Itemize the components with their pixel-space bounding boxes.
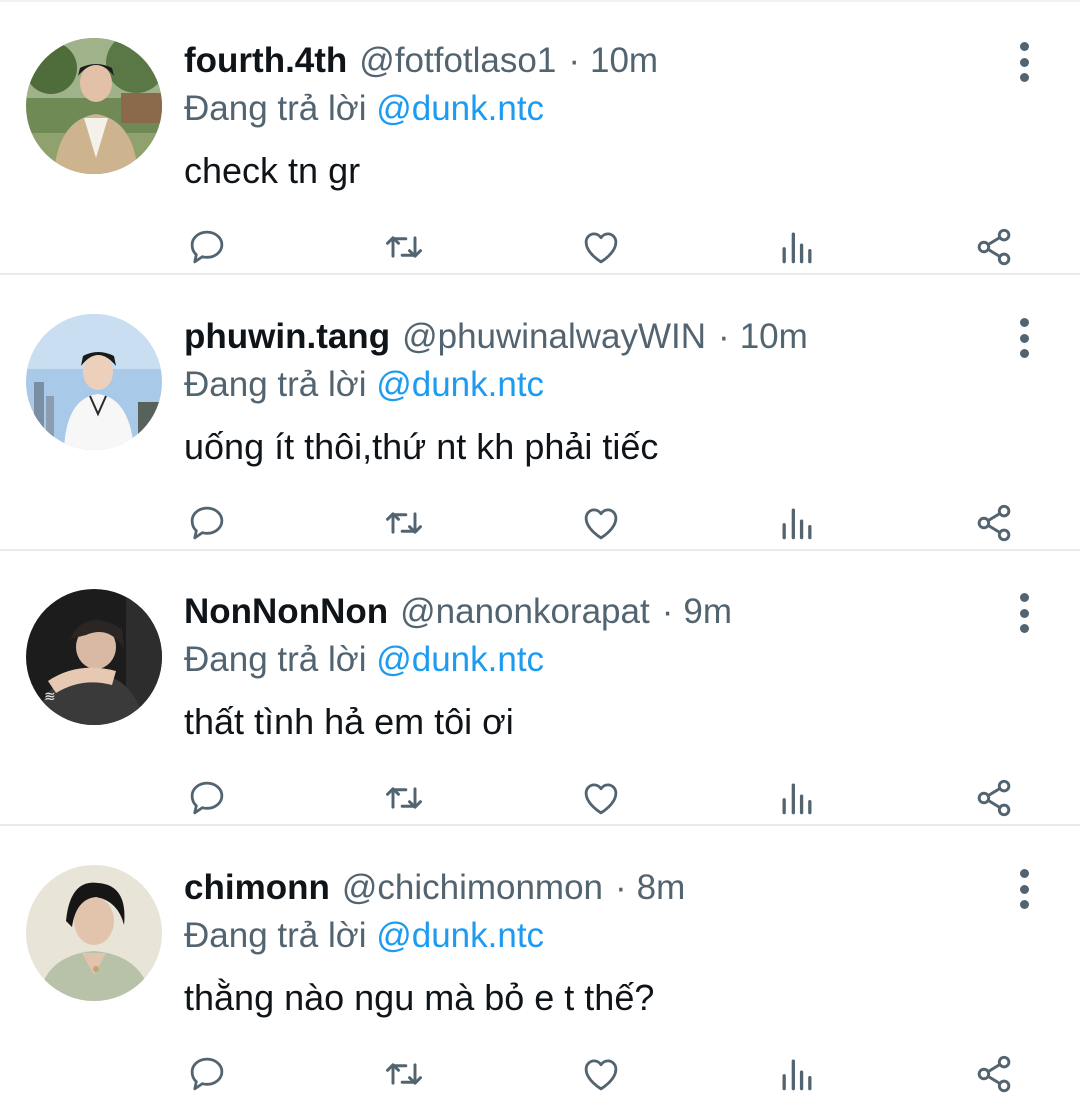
replying-to-label: Đang trả lời bbox=[184, 916, 367, 955]
tweet-header: fourth.4th @fotfotlaso1 · 10m bbox=[184, 38, 658, 84]
svg-text:≋: ≋ bbox=[44, 689, 56, 705]
action-bar bbox=[0, 775, 1080, 821]
retweet-icon bbox=[386, 236, 422, 258]
separator-dot: · bbox=[615, 868, 627, 907]
reply-button[interactable] bbox=[184, 1051, 230, 1097]
reply-feed: fourth.4th @fotfotlaso1 · 10m Đang trả l… bbox=[0, 0, 1080, 1113]
timestamp[interactable]: 10m bbox=[590, 38, 658, 84]
share-button[interactable] bbox=[971, 500, 1017, 546]
replying-to-label: Đang trả lời bbox=[184, 365, 367, 404]
tweet-text: check tn gr bbox=[184, 150, 361, 191]
share-button[interactable] bbox=[971, 1051, 1017, 1097]
display-name[interactable]: NonNonNon bbox=[184, 589, 388, 635]
timestamp[interactable]: 8m bbox=[637, 865, 686, 911]
tweet-text: thằng nào ngu mà bỏ e t thế? bbox=[184, 977, 655, 1018]
like-icon bbox=[584, 1059, 618, 1091]
display-name[interactable]: fourth.4th bbox=[184, 38, 347, 84]
reply-icon bbox=[190, 506, 224, 540]
replying-to-label: Đang trả lời bbox=[184, 640, 367, 679]
replying-to-line: Đang trả lời @dunk.ntc bbox=[184, 86, 544, 132]
analytics-icon bbox=[782, 508, 812, 540]
separator-dot: · bbox=[718, 317, 730, 356]
retweet-button[interactable] bbox=[381, 500, 427, 546]
retweet-icon bbox=[386, 512, 422, 534]
share-button[interactable] bbox=[971, 775, 1017, 821]
display-name[interactable]: chimonn bbox=[184, 865, 330, 911]
more-icon bbox=[1019, 869, 1029, 878]
user-handle[interactable]: @phuwinalwayWIN bbox=[402, 314, 706, 360]
more-options-button[interactable] bbox=[1006, 591, 1042, 635]
reply-button[interactable] bbox=[184, 224, 230, 270]
tweet-item[interactable]: fourth.4th @fotfotlaso1 · 10m Đang trả l… bbox=[0, 0, 1080, 275]
more-icon bbox=[1019, 318, 1029, 327]
tweet-text: uống ít thôi,thứ nt kh phải tiếc bbox=[184, 426, 659, 467]
action-bar bbox=[0, 1051, 1080, 1097]
mention-link[interactable]: @dunk.ntc bbox=[376, 89, 544, 128]
like-icon bbox=[584, 783, 618, 815]
tweet-item[interactable]: ≋ NonNonNon @nanonkorapat · 9m Đang trả … bbox=[0, 551, 1080, 826]
tweet-item[interactable]: phuwin.tang @phuwinalwayWIN · 10m Đang t… bbox=[0, 276, 1080, 551]
like-icon bbox=[584, 508, 618, 540]
more-options-button[interactable] bbox=[1006, 316, 1042, 360]
mention-link[interactable]: @dunk.ntc bbox=[376, 640, 544, 679]
replying-to-line: Đang trả lời @dunk.ntc bbox=[184, 913, 544, 959]
display-name[interactable]: phuwin.tang bbox=[184, 314, 390, 360]
mention-link[interactable]: @dunk.ntc bbox=[376, 365, 544, 404]
separator-dot: · bbox=[568, 41, 580, 80]
reply-button[interactable] bbox=[184, 500, 230, 546]
reply-icon bbox=[190, 1057, 224, 1091]
analytics-icon bbox=[782, 1059, 812, 1091]
more-icon bbox=[1019, 593, 1029, 602]
share-icon bbox=[977, 1055, 1011, 1093]
analytics-button[interactable] bbox=[774, 1051, 820, 1097]
tweet-text: thất tình hả em tôi ơi bbox=[184, 701, 514, 742]
tweet-header: NonNonNon @nanonkorapat · 9m bbox=[184, 589, 732, 635]
like-icon bbox=[584, 232, 618, 264]
action-bar bbox=[0, 500, 1080, 546]
replying-to-line: Đang trả lời @dunk.ntc bbox=[184, 362, 544, 408]
replying-to-label: Đang trả lời bbox=[184, 89, 367, 128]
reply-button[interactable] bbox=[184, 775, 230, 821]
reply-icon bbox=[190, 781, 224, 815]
retweet-icon bbox=[386, 1063, 422, 1085]
tweet-header: chimonn @chichimonmon · 8m bbox=[184, 865, 685, 911]
timestamp[interactable]: 9m bbox=[683, 589, 732, 635]
user-handle[interactable]: @chichimonmon bbox=[342, 865, 603, 911]
avatar[interactable]: ≋ bbox=[26, 589, 162, 725]
analytics-button[interactable] bbox=[774, 775, 820, 821]
share-icon bbox=[977, 504, 1011, 542]
more-icon bbox=[1019, 42, 1029, 51]
user-handle[interactable]: @nanonkorapat bbox=[400, 589, 650, 635]
share-icon bbox=[977, 779, 1011, 817]
action-bar bbox=[0, 224, 1080, 270]
avatar[interactable] bbox=[26, 865, 162, 1001]
avatar[interactable] bbox=[26, 38, 162, 174]
like-button[interactable] bbox=[578, 1051, 624, 1097]
tweet-item[interactable]: chimonn @chichimonmon · 8m Đang trả lời … bbox=[0, 827, 1080, 1102]
separator-dot: · bbox=[661, 592, 674, 631]
more-options-button[interactable] bbox=[1006, 867, 1042, 911]
retweet-icon bbox=[386, 787, 422, 809]
analytics-button[interactable] bbox=[774, 224, 820, 270]
analytics-icon bbox=[782, 232, 812, 264]
share-button[interactable] bbox=[971, 224, 1017, 270]
share-icon bbox=[977, 228, 1011, 266]
replying-to-line: Đang trả lời @dunk.ntc bbox=[184, 637, 544, 683]
timestamp[interactable]: 10m bbox=[740, 314, 808, 360]
avatar[interactable] bbox=[26, 314, 162, 450]
retweet-button[interactable] bbox=[381, 775, 427, 821]
retweet-button[interactable] bbox=[381, 1051, 427, 1097]
divider bbox=[0, 0, 1080, 2]
like-button[interactable] bbox=[578, 500, 624, 546]
tweet-header: phuwin.tang @phuwinalwayWIN · 10m bbox=[184, 314, 808, 360]
like-button[interactable] bbox=[578, 224, 624, 270]
mention-link[interactable]: @dunk.ntc bbox=[376, 916, 544, 955]
analytics-icon bbox=[782, 783, 812, 815]
user-handle[interactable]: @fotfotlaso1 bbox=[359, 38, 556, 84]
analytics-button[interactable] bbox=[774, 500, 820, 546]
reply-icon bbox=[190, 230, 224, 264]
like-button[interactable] bbox=[578, 775, 624, 821]
retweet-button[interactable] bbox=[381, 224, 427, 270]
more-options-button[interactable] bbox=[1006, 40, 1042, 84]
